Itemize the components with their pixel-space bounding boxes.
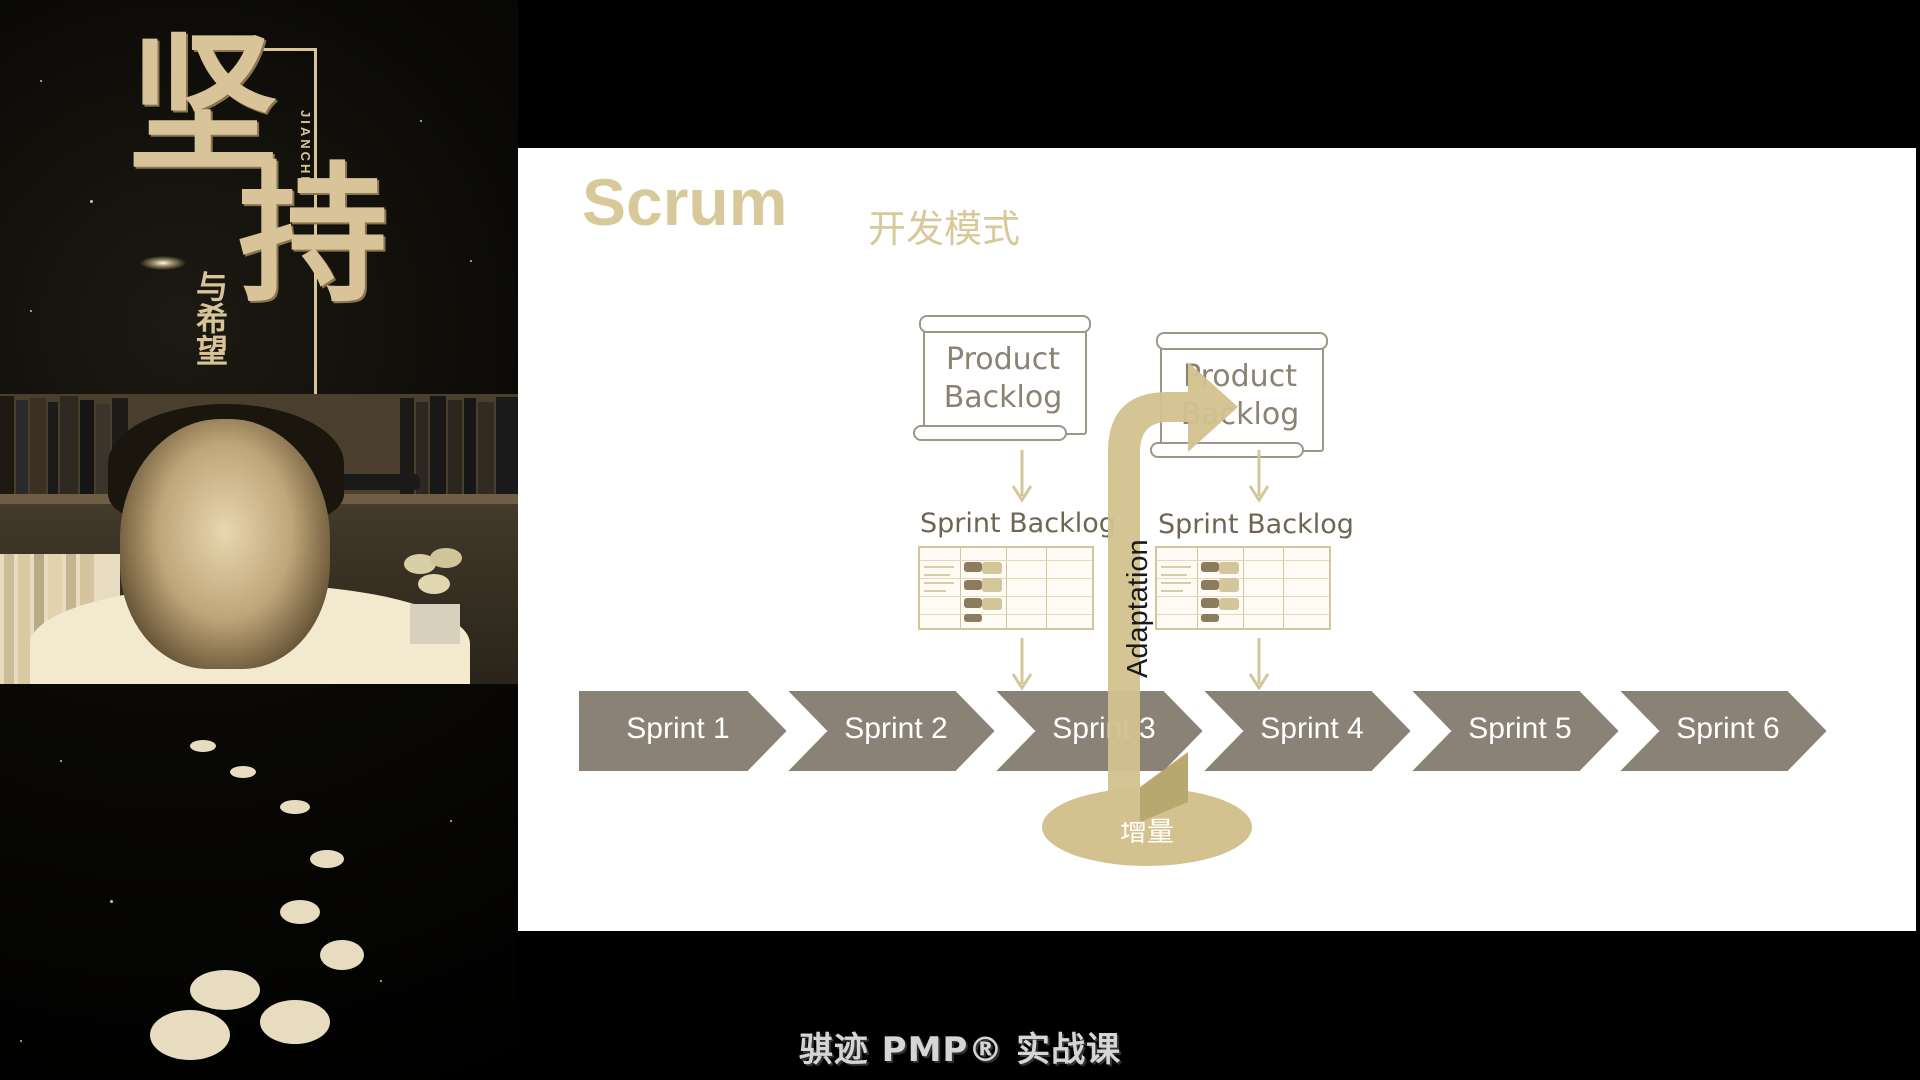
down-arrow-icon <box>1248 450 1270 503</box>
down-arrow-icon <box>1011 450 1033 503</box>
plant-image <box>404 548 462 644</box>
product-backlog-scroll: Product Backlog <box>913 313 1093 441</box>
sprint-backlog-label: Sprint Backlog <box>920 508 1116 539</box>
sprint-label: Sprint 6 <box>1676 712 1780 745</box>
sub-calligraphy: 与希望 <box>191 270 229 366</box>
scroll-curl <box>1156 332 1328 350</box>
course-watermark: 骐迹 PMP® 实战课 <box>798 1030 1122 1070</box>
pinyin-label: JIANCHI <box>298 110 313 184</box>
adaptation-label: Adaptation <box>1122 539 1154 678</box>
sprint-label: Sprint 5 <box>1468 712 1572 745</box>
sprint-label: Sprint 1 <box>626 712 730 745</box>
light-flare <box>140 256 186 270</box>
down-arrow-icon <box>1248 638 1270 691</box>
scroll-curl <box>919 315 1091 333</box>
slide-title: Scrum <box>582 165 788 239</box>
product-backlog-label: Product Backlog <box>943 342 1063 415</box>
left-decorative-panel: 坚 持 JIANCHI 与希望 <box>0 0 518 1080</box>
sprint-label: Sprint 2 <box>844 712 948 745</box>
presentation-slide: Scrum 开发模式 Product Backlog Product Backl… <box>518 148 1916 931</box>
webcam-video <box>0 394 518 684</box>
slide-subtitle: 开发模式 <box>868 207 1021 251</box>
adaptation-arrow-icon <box>1108 362 1238 822</box>
scroll-curl <box>913 425 1067 441</box>
person-face <box>120 419 330 669</box>
down-arrow-icon <box>1011 638 1033 691</box>
sprint-backlog-table <box>918 546 1094 630</box>
